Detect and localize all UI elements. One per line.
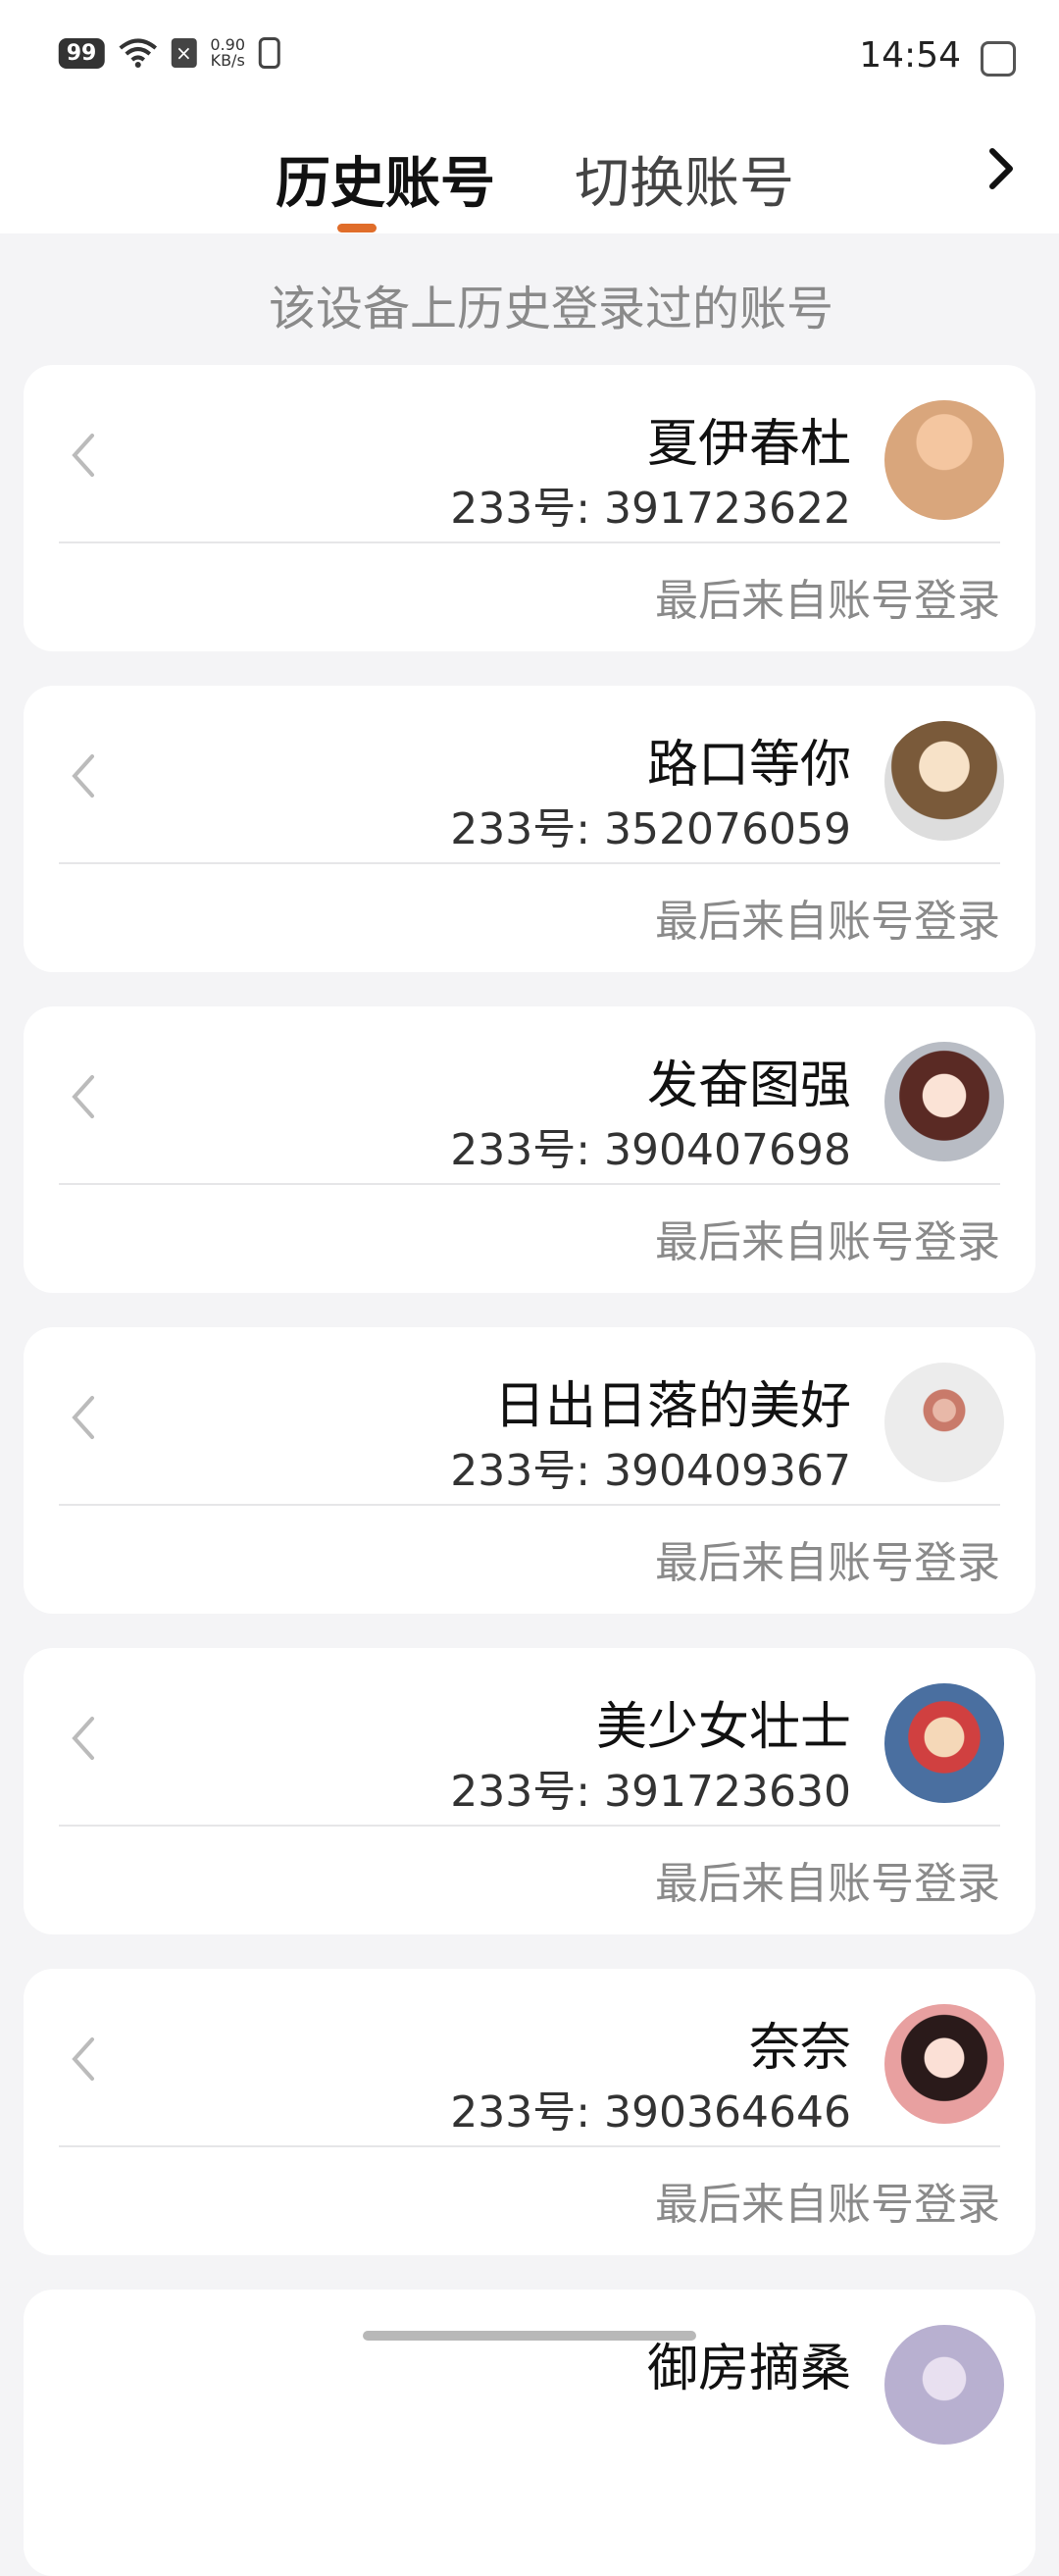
avatar bbox=[884, 1042, 1004, 1161]
vibrate-icon bbox=[259, 37, 281, 69]
avatar bbox=[884, 2004, 1004, 2124]
divider bbox=[59, 541, 1000, 543]
account-id: 233号: 352076059 bbox=[450, 804, 851, 854]
status-time: 14:54 bbox=[859, 35, 961, 76]
no-sim-icon: × bbox=[171, 38, 197, 68]
chevron-right-icon[interactable] bbox=[63, 2032, 106, 2087]
divider bbox=[59, 862, 1000, 864]
account-name: 夏伊春杜 bbox=[646, 415, 851, 474]
account-name: 发奋图强 bbox=[646, 1056, 851, 1115]
status-bar: 14:54 99 × 0.90 KB/s bbox=[0, 0, 1059, 108]
account-id: 233号: 390364646 bbox=[450, 2087, 851, 2138]
account-card[interactable]: 奈奈 233号: 390364646 最后来自账号登录 bbox=[24, 1969, 1035, 2255]
account-name: 路口等你 bbox=[646, 736, 851, 795]
page-subtitle: 该设备上历史登录过的账号 bbox=[268, 282, 833, 336]
account-id: 233号: 390407698 bbox=[450, 1125, 851, 1175]
divider bbox=[59, 1183, 1000, 1185]
chevron-right-icon[interactable] bbox=[63, 748, 106, 803]
account-card[interactable]: 路口等你 233号: 352076059 最后来自账号登录 bbox=[24, 686, 1035, 972]
account-name: 日出日落的美好 bbox=[493, 1377, 851, 1436]
tab-switch-account[interactable]: 切换账号 bbox=[575, 139, 794, 219]
avatar bbox=[884, 400, 1004, 520]
header: 切换账号 历史账号 bbox=[0, 108, 1059, 233]
account-id: 233号: 390409367 bbox=[450, 1446, 851, 1496]
chevron-right-icon[interactable] bbox=[63, 1390, 106, 1445]
wifi-icon bbox=[119, 38, 157, 68]
battery-icon: 99 bbox=[59, 37, 105, 69]
network-speed: 0.90 KB/s bbox=[210, 35, 246, 70]
divider bbox=[59, 2145, 1000, 2147]
tab-history-account[interactable]: 历史账号 bbox=[276, 139, 495, 219]
avatar bbox=[884, 2325, 1004, 2445]
chevron-right-icon[interactable] bbox=[63, 428, 106, 483]
account-id: 233号: 391723630 bbox=[450, 1767, 851, 1817]
screenshot-icon bbox=[981, 41, 1016, 77]
avatar bbox=[884, 1683, 1004, 1803]
account-card[interactable]: 发奋图强 233号: 390407698 最后来自账号登录 bbox=[24, 1006, 1035, 1293]
tab-indicator bbox=[337, 224, 377, 232]
last-login-text: 最后来自账号登录 bbox=[655, 1859, 1000, 1909]
last-login-text: 最后来自账号登录 bbox=[655, 2180, 1000, 2230]
account-name: 奈奈 bbox=[748, 2019, 851, 2078]
status-icons: 99 × 0.90 KB/s bbox=[59, 35, 281, 70]
chevron-right-icon[interactable] bbox=[63, 1711, 106, 1766]
account-card[interactable]: 美少女壮士 233号: 391723630 最后来自账号登录 bbox=[24, 1648, 1035, 1934]
divider bbox=[59, 1504, 1000, 1506]
avatar bbox=[884, 721, 1004, 841]
last-login-text: 最后来自账号登录 bbox=[655, 1217, 1000, 1267]
divider bbox=[59, 1825, 1000, 1827]
chevron-right-icon[interactable] bbox=[63, 1069, 106, 1124]
last-login-text: 最后来自账号登录 bbox=[655, 897, 1000, 947]
account-card[interactable]: 夏伊春杜 233号: 391723622 最后来自账号登录 bbox=[24, 365, 1035, 651]
page: 14:54 99 × 0.90 KB/s 切换账号 历史账号 该设备上历史登录过… bbox=[0, 0, 1059, 2576]
last-login-text: 最后来自账号登录 bbox=[655, 576, 1000, 626]
home-indicator[interactable] bbox=[363, 2331, 696, 2341]
account-id: 233号: 391723622 bbox=[450, 484, 851, 534]
account-name: 美少女壮士 bbox=[595, 1698, 851, 1757]
chevron-left-icon[interactable] bbox=[969, 137, 1032, 200]
avatar bbox=[884, 1363, 1004, 1482]
last-login-text: 最后来自账号登录 bbox=[655, 1538, 1000, 1588]
account-card[interactable]: 日出日落的美好 233号: 390409367 最后来自账号登录 bbox=[24, 1327, 1035, 1614]
